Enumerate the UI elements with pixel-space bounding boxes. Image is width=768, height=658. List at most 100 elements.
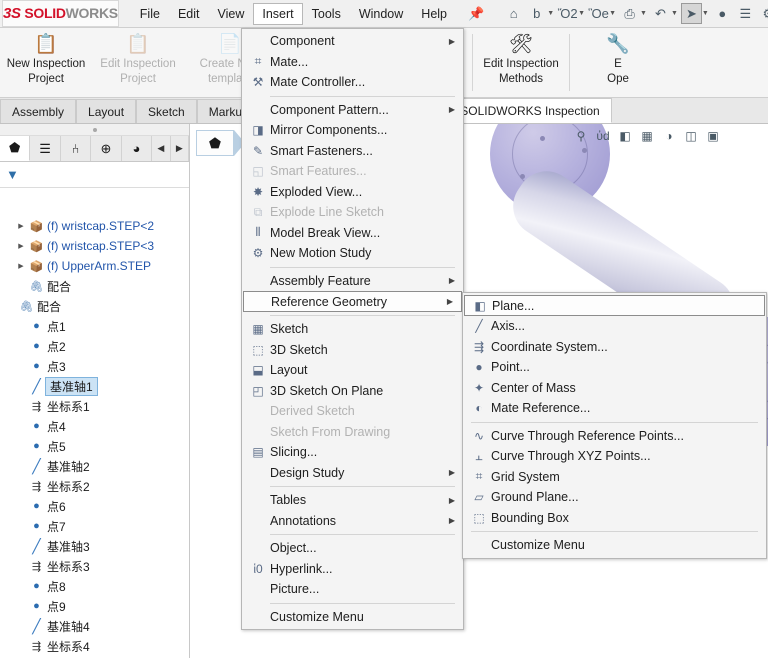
menu-item-coordinate-system[interactable]: ⇶ Coordinate System... — [463, 337, 766, 358]
tree-item[interactable]: ▶ 📦 (f) UpperArm.STEP — [0, 256, 189, 276]
tree-item[interactable]: ● 点4 — [0, 416, 189, 436]
menu-item-sketch[interactable]: ▦ Sketch — [242, 319, 463, 340]
print-icon[interactable]: ⎙ — [619, 3, 640, 24]
tree-item[interactable]: ● 点1 — [0, 316, 189, 336]
tree-item[interactable]: ▶ 📦 (f) wristcap.STEP<3 — [0, 236, 189, 256]
tree-item[interactable]: 🖇 配合 — [0, 276, 189, 296]
tree-prev-arrow[interactable]: ◀ — [152, 136, 170, 161]
tree-filter-bar[interactable]: ▼ — [0, 162, 189, 188]
pushpin-icon[interactable]: 📌 — [468, 6, 484, 22]
tree-item[interactable]: ⇶ 坐标系2 — [0, 476, 189, 496]
panel-resize-handle[interactable] — [0, 124, 189, 136]
menu-item-assembly-feature[interactable]: Assembly Feature ▶ — [242, 271, 463, 292]
home-icon[interactable]: ⌂ — [503, 3, 524, 24]
rebuild-traffic-light-icon[interactable]: ● — [712, 3, 733, 24]
tab-solidworks-inspection[interactable]: SOLIDWORKS Inspection — [448, 98, 611, 123]
section-view-icon[interactable]: ◧ — [614, 126, 636, 146]
menu-item-picture[interactable]: Picture... — [242, 579, 463, 600]
tree-item[interactable]: ╱ 基准轴2 — [0, 456, 189, 476]
menu-item-grid-system[interactable]: ⌗ Grid System — [463, 467, 766, 488]
edit-operations-button[interactable]: 🔧 E Ope — [572, 28, 664, 97]
menu-item-smart-fasteners[interactable]: ✎ Smart Fasteners... — [242, 141, 463, 162]
display-style-icon[interactable]: ◑ — [658, 126, 680, 146]
chevron-down-icon[interactable]: ▼ — [671, 10, 678, 17]
tree-item[interactable]: ● 点7 — [0, 516, 189, 536]
tree-item[interactable]: ● 点8 — [0, 576, 189, 596]
chevron-down-icon[interactable]: ▼ — [578, 10, 585, 17]
menu-item-annotations[interactable]: Annotations ▶ — [242, 511, 463, 532]
menu-item-reference-geometry[interactable]: Reference Geometry ▶ — [243, 291, 462, 312]
settings-gear-icon[interactable]: ⚙ — [758, 3, 768, 24]
menu-item-point[interactable]: ● Point... — [463, 357, 766, 378]
menu-insert[interactable]: Insert — [253, 3, 302, 25]
menu-item-model-break-view[interactable]: ⦀ Model Break View... — [242, 223, 463, 244]
menu-item-customize-menu[interactable]: Customize Menu — [242, 607, 463, 628]
menu-item-object[interactable]: Object... — [242, 538, 463, 559]
menu-help[interactable]: Help — [412, 3, 456, 25]
tree-item[interactable]: ╱ 基准轴1 — [0, 376, 189, 396]
tree-item[interactable]: ● 点3 — [0, 356, 189, 376]
expand-arrow-icon[interactable]: ▶ — [14, 262, 28, 270]
menu-item-bounding-box[interactable]: ⬚ Bounding Box — [463, 508, 766, 529]
menu-item-3d-sketch-on-plane[interactable]: ◰ 3D Sketch On Plane — [242, 381, 463, 402]
menu-item-layout[interactable]: ⬓ Layout — [242, 360, 463, 381]
tree-item[interactable]: ● 点9 — [0, 596, 189, 616]
tree-item[interactable]: ⇶ 坐标系1 — [0, 396, 189, 416]
display-manager-tab[interactable]: ◕ — [122, 136, 152, 161]
chevron-down-icon[interactable]: ▼ — [547, 10, 554, 17]
hide-show-items-icon[interactable]: ◫ — [680, 126, 702, 146]
chevron-down-icon[interactable]: ▼ — [640, 10, 647, 17]
tree-next-arrow[interactable]: ▶ — [171, 136, 189, 161]
menu-item-mate-controller[interactable]: ⚒ Mate Controller... — [242, 72, 463, 93]
menu-edit[interactable]: Edit — [169, 3, 209, 25]
open-folder-icon[interactable]: Ὄ2 — [557, 3, 578, 24]
menu-item-ground-plane[interactable]: ▱ Ground Plane... — [463, 487, 766, 508]
tree-item[interactable]: ● 点2 — [0, 336, 189, 356]
tree-item[interactable]: ⇶ 坐标系4 — [0, 636, 189, 656]
dimxpert-manager-tab[interactable]: ⊕ — [91, 136, 121, 161]
new-document-icon[interactable]: ὜b — [526, 3, 547, 24]
menu-item-slicing[interactable]: ▤ Slicing... — [242, 442, 463, 463]
tab-sketch[interactable]: Sketch — [136, 99, 197, 123]
menu-item-curve-through-reference-points[interactable]: ∿ Curve Through Reference Points... — [463, 426, 766, 447]
tree-item[interactable]: ╱ 基准轴3 — [0, 536, 189, 556]
filter-funnel-icon[interactable]: ▼ — [6, 167, 19, 182]
menu-item-plane[interactable]: ◧ Plane... — [464, 295, 765, 316]
undo-icon[interactable]: ↶ — [650, 3, 671, 24]
menu-item-component[interactable]: Component ▶ — [242, 31, 463, 52]
menu-item-mate-reference[interactable]: ◐ Mate Reference... — [463, 398, 766, 419]
menu-item-mate[interactable]: ⌗ Mate... — [242, 52, 463, 73]
menu-item-axis[interactable]: ╱ Axis... — [463, 316, 766, 337]
menu-item-mirror-components[interactable]: ◨ Mirror Components... — [242, 120, 463, 141]
save-icon[interactable]: Ὃe — [588, 3, 609, 24]
view-orientation-icon[interactable]: ▦ — [636, 126, 658, 146]
tree-item[interactable]: ● 点5 — [0, 436, 189, 456]
menu-window[interactable]: Window — [350, 3, 412, 25]
menu-item-design-study[interactable]: Design Study ▶ — [242, 463, 463, 484]
tree-item[interactable]: ● 点6 — [0, 496, 189, 516]
property-manager-tab[interactable]: ☰ — [30, 136, 60, 161]
feature-tree-flyout-icon[interactable]: ⬟ — [196, 130, 234, 156]
new-inspection-project-button[interactable]: 📋 New Inspection Project — [0, 28, 92, 97]
chevron-down-icon[interactable]: ▼ — [609, 10, 616, 17]
zoom-to-area-icon[interactable]: ὐd — [592, 126, 614, 146]
menu-view[interactable]: View — [209, 3, 254, 25]
menu-item-new-motion-study[interactable]: ⚙ New Motion Study — [242, 243, 463, 264]
tree-item[interactable]: 🖇 配合 — [0, 296, 189, 316]
menu-item-hyperlink[interactable]: ἱ0 Hyperlink... — [242, 559, 463, 580]
configuration-manager-tab[interactable]: ⑃ — [61, 136, 91, 161]
tree-item[interactable]: ▶ 📦 (f) wristcap.STEP<2 — [0, 216, 189, 236]
edit-inspection-methods-button[interactable]: 🛠 Edit Inspection Methods — [475, 28, 567, 97]
tree-item[interactable]: ⇶ 坐标系3 — [0, 556, 189, 576]
menu-item-center-of-mass[interactable]: ✦ Center of Mass — [463, 378, 766, 399]
tab-assembly[interactable]: Assembly — [0, 99, 76, 123]
options-list-icon[interactable]: ☰ — [735, 3, 756, 24]
expand-arrow-icon[interactable]: ▶ — [14, 242, 28, 250]
expand-arrow-icon[interactable]: ▶ — [14, 222, 28, 230]
menu-item-customize-menu[interactable]: Customize Menu — [463, 535, 766, 556]
tab-layout[interactable]: Layout — [76, 99, 136, 123]
menu-item-tables[interactable]: Tables ▶ — [242, 490, 463, 511]
chevron-down-icon[interactable]: ▼ — [702, 10, 709, 17]
menu-item-3d-sketch[interactable]: ⬚ 3D Sketch — [242, 340, 463, 361]
menu-item-exploded-view[interactable]: ✸ Exploded View... — [242, 182, 463, 203]
